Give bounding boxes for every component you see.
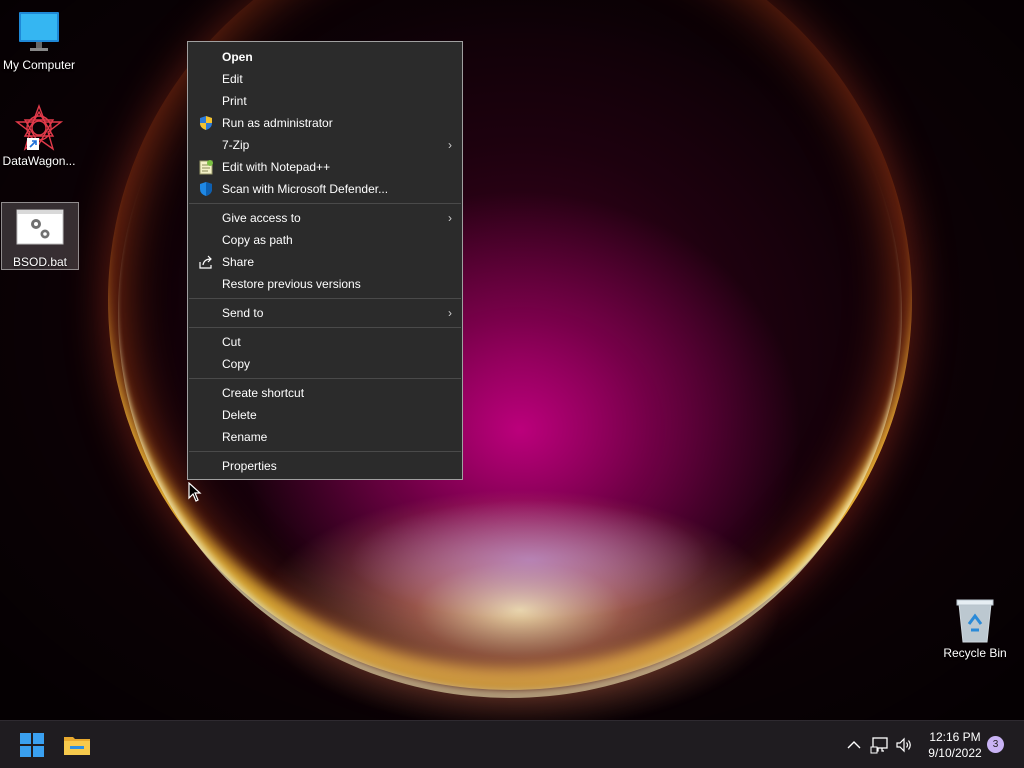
desktop-icon-my-computer[interactable]: My Computer: [1, 8, 77, 73]
menu-item-create-shortcut[interactable]: Create shortcut: [188, 382, 462, 404]
clock[interactable]: 12:16 PM 9/10/2022: [920, 729, 990, 761]
volume-icon[interactable]: [894, 735, 914, 755]
desktop-icon-label: My Computer: [2, 58, 76, 72]
menu-item-properties[interactable]: Properties: [188, 455, 462, 477]
clock-time: 12:16 PM: [929, 730, 981, 744]
menu-item-label: Cut: [222, 335, 241, 349]
chevron-right-icon: ›: [448, 211, 452, 225]
clock-date: 9/10/2022: [928, 746, 982, 760]
menu-item-open[interactable]: Open: [188, 46, 462, 68]
menu-item-label: Scan with Microsoft Defender...: [222, 182, 389, 196]
file-explorer-button[interactable]: [61, 729, 93, 761]
menu-item-copy-as-path[interactable]: Copy as path: [188, 229, 462, 251]
uac-shield-icon: [198, 115, 214, 131]
menu-item-run-as-administrator[interactable]: Run as administrator: [188, 112, 462, 134]
menu-item-label: Properties: [222, 459, 277, 473]
menu-item-label: Run as administrator: [222, 116, 333, 130]
network-icon[interactable]: [870, 735, 890, 755]
menu-item-label: Open: [222, 50, 253, 64]
taskbar: 12:16 PM 9/10/2022 3: [0, 720, 1024, 768]
menu-item-copy[interactable]: Copy: [188, 353, 462, 375]
desktop[interactable]: My Computer DataWagon... BSOD.bat Recycl…: [0, 0, 1024, 720]
menu-item-label: Edit with Notepad++: [222, 160, 331, 174]
menu-item-label: Print: [222, 94, 247, 108]
context-menu: Open Edit Print Run as administrator 7-Zip › E…: [187, 41, 463, 480]
start-button[interactable]: [16, 729, 48, 761]
menu-separator: [189, 327, 461, 328]
desktop-icon-bsod-bat[interactable]: BSOD.bat: [1, 202, 79, 270]
datawagon-shortcut-icon: [14, 104, 64, 152]
menu-separator: [189, 378, 461, 379]
menu-item-give-access-to[interactable]: Give access to ›: [188, 207, 462, 229]
desktop-icon-label: DataWagon...: [2, 154, 76, 168]
menu-separator: [189, 298, 461, 299]
desktop-icon-recycle-bin[interactable]: Recycle Bin: [937, 596, 1013, 661]
defender-shield-icon: [198, 181, 214, 197]
menu-item-label: Edit: [222, 72, 243, 86]
menu-item-print[interactable]: Print: [188, 90, 462, 112]
menu-item-restore-previous-versions[interactable]: Restore previous versions: [188, 273, 462, 295]
recycle-bin-icon: [951, 596, 999, 644]
menu-item-label: Copy as path: [222, 233, 293, 247]
monitor-icon: [15, 8, 63, 56]
menu-item-7-zip[interactable]: 7-Zip ›: [188, 134, 462, 156]
menu-item-label: Copy: [222, 357, 251, 371]
menu-item-edit-with-notepad[interactable]: Edit with Notepad++: [188, 156, 462, 178]
menu-item-label: Restore previous versions: [222, 277, 361, 291]
menu-item-cut[interactable]: Cut: [188, 331, 462, 353]
menu-item-edit[interactable]: Edit: [188, 68, 462, 90]
menu-separator: [189, 203, 461, 204]
mouse-cursor-icon: [188, 482, 202, 502]
desktop-icon-label: Recycle Bin: [943, 646, 1007, 660]
batch-file-icon: [16, 209, 64, 257]
menu-item-label: Rename: [222, 430, 268, 444]
chevron-right-icon: ›: [448, 306, 452, 320]
menu-item-label: 7-Zip: [222, 138, 250, 152]
chevron-right-icon: ›: [448, 138, 452, 152]
menu-item-label: Delete: [222, 408, 257, 422]
menu-item-label: Share: [222, 255, 255, 269]
menu-item-scan-with-microsoft-defender[interactable]: Scan with Microsoft Defender...: [188, 178, 462, 200]
windows-logo-icon: [20, 733, 44, 757]
menu-item-delete[interactable]: Delete: [188, 404, 462, 426]
menu-item-rename[interactable]: Rename: [188, 426, 462, 448]
menu-item-label: Create shortcut: [222, 386, 305, 400]
desktop-icon-label: BSOD.bat: [12, 255, 68, 269]
folder-icon: [64, 737, 90, 755]
menu-item-label: Give access to: [222, 211, 301, 225]
menu-item-share[interactable]: Share: [188, 251, 462, 273]
wallpaper-vignette: [0, 0, 1024, 720]
notepad-plus-plus-icon: [198, 159, 214, 175]
notification-badge[interactable]: 3: [987, 736, 1004, 753]
desktop-icon-datawagon[interactable]: DataWagon...: [1, 104, 77, 169]
share-icon: [198, 254, 214, 270]
menu-item-label: Send to: [222, 306, 264, 320]
tray-overflow-chevron-icon[interactable]: [844, 735, 864, 755]
menu-separator: [189, 451, 461, 452]
menu-item-send-to[interactable]: Send to ›: [188, 302, 462, 324]
